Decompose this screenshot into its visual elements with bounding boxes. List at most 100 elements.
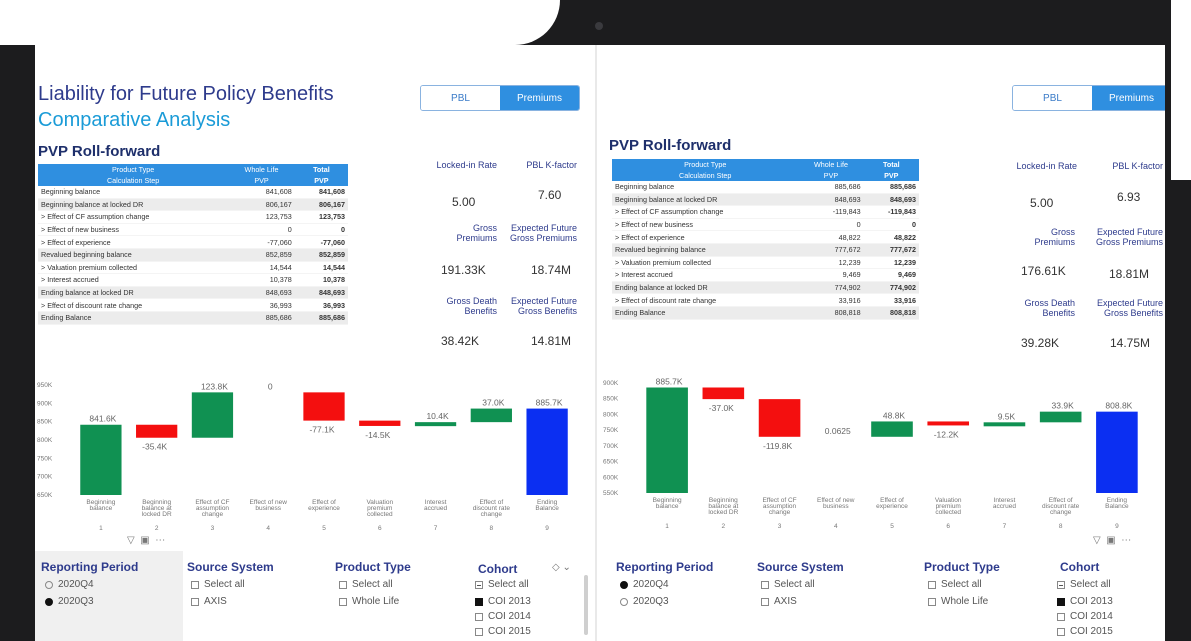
source-system-title-right: Source System bbox=[757, 560, 844, 574]
row-label: > Effect of CF assumption change bbox=[612, 205, 799, 219]
row-total: 848,693 bbox=[294, 286, 348, 300]
source-select-all[interactable]: Select all bbox=[191, 579, 245, 590]
product-select-all-right[interactable]: Select all bbox=[928, 579, 982, 590]
radio-icon[interactable] bbox=[45, 580, 53, 589]
focus-mode-icon[interactable]: ▣ bbox=[1106, 535, 1115, 546]
waterfall-chart: 950K900K850K800K750K700K650K841.6KBeginn… bbox=[37, 381, 568, 532]
x-tick-number: 3 bbox=[778, 523, 782, 530]
toggle-premiums-button[interactable]: Premiums bbox=[500, 86, 579, 110]
checkbox-icon[interactable] bbox=[761, 580, 769, 589]
row-total: 808,818 bbox=[863, 306, 919, 320]
table-row: Beginning balance 885,686 885,686 bbox=[612, 181, 919, 194]
table-row: > Interest accrued 9,469 9,469 bbox=[612, 268, 919, 282]
source-option-axis-right[interactable]: AXIS bbox=[761, 596, 797, 607]
period-option-2020q4-right[interactable]: 2020Q4 bbox=[620, 579, 669, 590]
locked-rate-label-right: Locked-in Rate bbox=[1016, 161, 1077, 171]
row-total: 123,753 bbox=[294, 210, 348, 224]
product-option-whole-life-right[interactable]: Whole Life bbox=[928, 596, 988, 607]
cohort-option-coi-2013[interactable]: COI 2013 bbox=[475, 596, 531, 607]
row-label: Revalued beginning balance bbox=[612, 243, 799, 257]
cohort-select-all[interactable]: Select all bbox=[475, 579, 529, 590]
toggle-premiums-button-right[interactable]: Premiums bbox=[1092, 86, 1165, 110]
row-label: > Effect of experience bbox=[612, 230, 799, 244]
row-label: > Valuation premium collected bbox=[38, 261, 229, 275]
radio-selected-icon[interactable] bbox=[620, 580, 628, 589]
locked-rate-label: Locked-in Rate bbox=[436, 160, 497, 170]
table-row: > Effect of CF assumption change 123,753 1… bbox=[38, 210, 348, 224]
source-select-all-right[interactable]: Select all bbox=[761, 579, 815, 590]
view-toggle[interactable]: PBL Premiums bbox=[420, 85, 580, 111]
row-total: 10,378 bbox=[294, 273, 348, 287]
row-total: 48,822 bbox=[863, 230, 919, 244]
cohort-option-coi-2013-right[interactable]: COI 2013 bbox=[1057, 596, 1113, 607]
checkbox-checked-icon[interactable] bbox=[475, 597, 483, 606]
waterfall-bar bbox=[191, 392, 234, 438]
checkbox-icon[interactable] bbox=[475, 612, 483, 621]
row-value: 848,693 bbox=[798, 193, 864, 207]
cohort-option-coi-2014-right[interactable]: COI 2014 bbox=[1057, 611, 1113, 622]
header-product-type: Product Type bbox=[38, 164, 229, 175]
row-value: 33,916 bbox=[798, 293, 864, 307]
x-tick-number: 1 bbox=[99, 525, 103, 532]
checkbox-icon[interactable] bbox=[339, 580, 347, 589]
cohort-option-coi-2014[interactable]: COI 2014 bbox=[475, 611, 531, 622]
gross-death-value-right: 39.28K bbox=[1021, 336, 1060, 350]
checkbox-partial-icon[interactable] bbox=[1057, 580, 1065, 589]
checkbox-icon[interactable] bbox=[191, 597, 199, 606]
y-tick-label: 750K bbox=[37, 455, 53, 462]
x-tick-number: 5 bbox=[322, 525, 326, 532]
checkbox-checked-icon[interactable] bbox=[1057, 597, 1065, 606]
more-options-icon[interactable]: ⋯ bbox=[1121, 535, 1131, 546]
table-row: Revalued beginning balance 777,672 777,672 bbox=[612, 243, 919, 257]
more-options-icon[interactable]: ⋯ bbox=[155, 535, 165, 546]
chevron-down-icon[interactable]: ⌄ bbox=[562, 562, 570, 573]
waterfall-bar bbox=[80, 424, 122, 495]
period-option-2020q4[interactable]: 2020Q4 bbox=[45, 579, 94, 590]
waterfall-bar bbox=[414, 422, 457, 427]
source-option-axis[interactable]: AXIS bbox=[191, 596, 227, 607]
eraser-icon[interactable]: ◇ bbox=[552, 562, 560, 573]
toggle-pbl-button-right[interactable]: PBL bbox=[1013, 86, 1092, 110]
table-row: > Effect of discount rate change 33,916 33… bbox=[612, 293, 919, 307]
cohort-option-coi-2015-right[interactable]: COI 2015 bbox=[1057, 626, 1113, 637]
row-total: 777,672 bbox=[863, 243, 919, 257]
toggle-pbl-button[interactable]: PBL bbox=[421, 86, 500, 110]
waterfall-bar bbox=[758, 399, 801, 437]
cohort-select-all-right[interactable]: Select all bbox=[1057, 579, 1111, 590]
radio-icon[interactable] bbox=[620, 597, 628, 606]
checkbox-icon[interactable] bbox=[1057, 627, 1065, 636]
cohort-scrollbar[interactable] bbox=[584, 575, 588, 635]
header-total: Total bbox=[294, 164, 348, 175]
gross-premiums-label-right: Gross Premiums bbox=[1034, 227, 1075, 247]
row-total: 36,993 bbox=[294, 298, 348, 312]
checkbox-icon[interactable] bbox=[475, 627, 483, 636]
checkbox-icon[interactable] bbox=[761, 597, 769, 606]
checkbox-icon[interactable] bbox=[339, 597, 347, 606]
cohort-tools: ◇ ⌄ bbox=[552, 562, 571, 573]
checkbox-icon[interactable] bbox=[191, 580, 199, 589]
pvp-table: Product Type Whole Life Total Calculation … bbox=[38, 164, 348, 325]
product-select-all[interactable]: Select all bbox=[339, 579, 393, 590]
checkbox-icon[interactable] bbox=[928, 597, 936, 606]
data-label: 10.4K bbox=[426, 411, 449, 421]
header-whole-life: Whole Life bbox=[798, 159, 864, 170]
period-option-2020q3[interactable]: 2020Q3 bbox=[45, 596, 94, 607]
x-tick-number: 4 bbox=[266, 525, 270, 532]
x-tick-number: 2 bbox=[722, 523, 726, 530]
checkbox-icon[interactable] bbox=[1057, 612, 1065, 621]
checkbox-icon[interactable] bbox=[928, 580, 936, 589]
checkbox-partial-icon[interactable] bbox=[475, 580, 483, 589]
focus-mode-icon[interactable]: ▣ bbox=[140, 535, 149, 546]
y-tick-label: 650K bbox=[603, 459, 619, 466]
filter-icon[interactable]: ▽ bbox=[1093, 535, 1101, 546]
row-label: Beginning balance bbox=[38, 186, 229, 199]
filter-icon[interactable]: ▽ bbox=[127, 535, 135, 546]
view-toggle-right[interactable]: PBL Premiums bbox=[1012, 85, 1165, 111]
period-option-2020q3-right[interactable]: 2020Q3 bbox=[620, 596, 669, 607]
cohort-option-coi-2015[interactable]: COI 2015 bbox=[475, 626, 531, 637]
table-row: Beginning balance at locked DR 848,693 848… bbox=[612, 193, 919, 207]
row-total: 9,469 bbox=[863, 268, 919, 282]
radio-selected-icon[interactable] bbox=[45, 597, 53, 606]
product-option-whole-life[interactable]: Whole Life bbox=[339, 596, 399, 607]
table-row: Ending Balance 808,818 808,818 bbox=[612, 306, 919, 320]
